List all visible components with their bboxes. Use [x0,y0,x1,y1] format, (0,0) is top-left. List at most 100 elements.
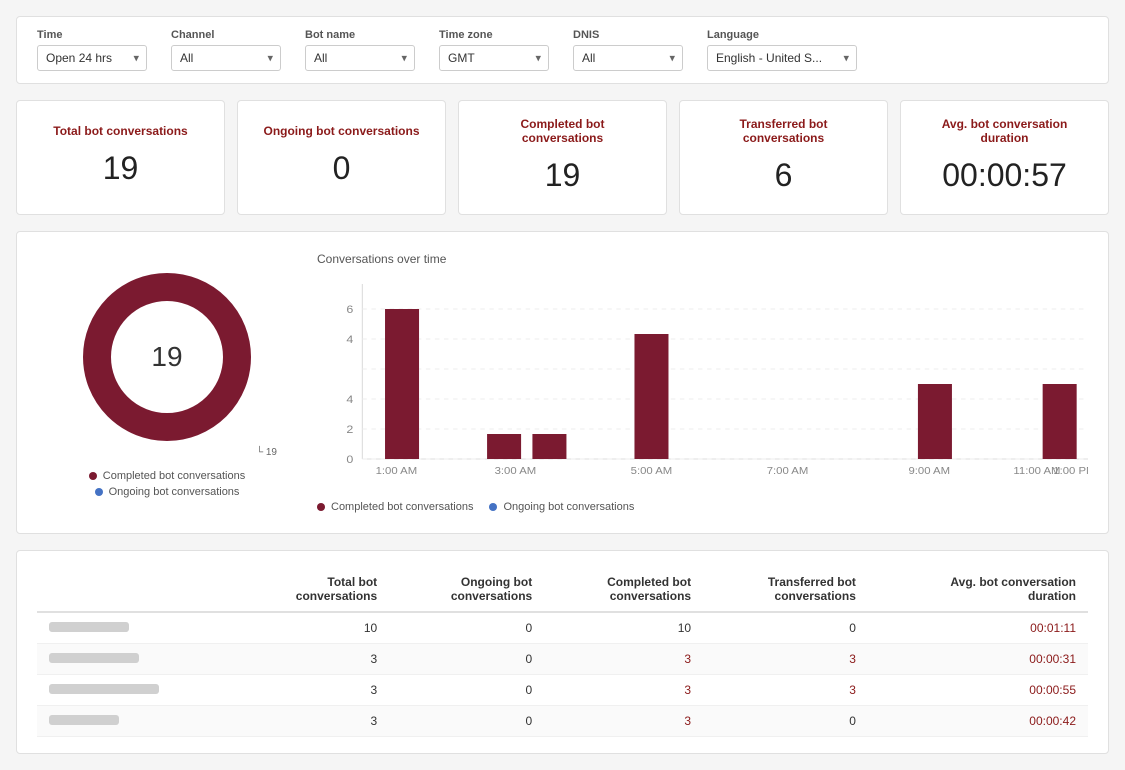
col-bot [37,567,234,612]
cell-duration-1: 00:00:31 [868,644,1088,675]
filter-botname: Bot name All [305,29,415,71]
svg-text:0: 0 [346,454,353,466]
kpi-card-2: Completed bot conversations 19 [458,100,667,215]
kpi-card-1: Ongoing bot conversations 0 [237,100,446,215]
botname-select[interactable]: All [305,45,415,71]
cell-transferred-2: 3 [703,675,868,706]
bar-legend-dot-2 [489,503,497,511]
cell-completed-1: 3 [544,644,703,675]
kpi-row: Total bot conversations 19 Ongoing bot c… [16,100,1109,215]
language-select-wrapper[interactable]: English - United S... [707,45,857,71]
dnis-select[interactable]: All [573,45,683,71]
donut-section: 19 └ 19 Completed bot conversations Ongo… [37,252,297,513]
donut-legend-dot-1 [89,472,97,480]
main-page: Time Open 24 hrs Channel All Bot name Al… [0,0,1125,770]
donut-legend-item-2: Ongoing bot conversations [95,486,240,498]
col-transferred: Transferred botconversations [703,567,868,612]
bot-name-placeholder-2 [49,684,159,694]
bar-legend-label-2: Ongoing bot conversations [503,501,634,513]
svg-text:1:00 AM: 1:00 AM [376,466,418,477]
kpi-title-3: Transferred bot conversations [700,117,867,145]
bot-table: Total botconversations Ongoing botconver… [37,567,1088,737]
cell-duration-0: 00:01:11 [868,612,1088,644]
chart-title: Conversations over time [317,252,1088,266]
donut-legend-label-2: Ongoing bot conversations [109,486,240,498]
dnis-label: DNIS [573,29,683,41]
bot-name-placeholder-0 [49,622,129,632]
cell-total-0: 10 [234,612,389,644]
botname-select-wrapper[interactable]: All [305,45,415,71]
svg-text:9:00 AM: 9:00 AM [908,466,950,477]
kpi-card-4: Avg. bot conversation duration 00:00:57 [900,100,1109,215]
cell-ongoing-3: 0 [389,706,544,737]
charts-row: 19 └ 19 Completed bot conversations Ongo… [16,231,1109,534]
timezone-select-wrapper[interactable]: GMT [439,45,549,71]
svg-text:3:00 AM: 3:00 AM [495,466,537,477]
cell-ongoing-2: 0 [389,675,544,706]
bot-name-placeholder-1 [49,653,139,663]
kpi-value-4: 00:00:57 [942,157,1067,194]
filter-language: Language English - United S... [707,29,857,71]
table-row: 3 0 3 0 00:00:42 [37,706,1088,737]
cell-transferred-1: 3 [703,644,868,675]
bar-legend-label-1: Completed bot conversations [331,501,473,513]
table-row: 3 0 3 3 00:00:55 [37,675,1088,706]
time-select[interactable]: Open 24 hrs [37,45,147,71]
bar-legend-item-2: Ongoing bot conversations [489,501,634,513]
channel-label: Channel [171,29,281,41]
kpi-title-4: Avg. bot conversation duration [921,117,1088,145]
time-select-wrapper[interactable]: Open 24 hrs [37,45,147,71]
language-label: Language [707,29,857,41]
cell-ongoing-1: 0 [389,644,544,675]
cell-ongoing-0: 0 [389,612,544,644]
table-header-row: Total botconversations Ongoing botconver… [37,567,1088,612]
bar-chart-svg: 0 2 4 4 6 [317,274,1088,494]
cell-total-3: 3 [234,706,389,737]
svg-text:4: 4 [346,334,353,346]
timezone-select[interactable]: GMT [439,45,549,71]
table-row: 3 0 3 3 00:00:31 [37,644,1088,675]
donut-legend: Completed bot conversations Ongoing bot … [89,470,245,498]
cell-duration-2: 00:00:55 [868,675,1088,706]
svg-text:4: 4 [346,394,353,406]
col-completed: Completed botconversations [544,567,703,612]
cell-completed-2: 3 [544,675,703,706]
filter-time: Time Open 24 hrs [37,29,147,71]
cell-total-2: 3 [234,675,389,706]
table-section: Total botconversations Ongoing botconver… [16,550,1109,754]
svg-text:7:00 AM: 7:00 AM [767,466,809,477]
kpi-card-3: Transferred bot conversations 6 [679,100,888,215]
kpi-title-0: Total bot conversations [53,124,187,138]
cell-transferred-0: 0 [703,612,868,644]
donut-legend-label-1: Completed bot conversations [103,470,245,482]
donut-chart: 19 [77,267,257,447]
channel-select-wrapper[interactable]: All [171,45,281,71]
timezone-label: Time zone [439,29,549,41]
cell-duration-3: 00:00:42 [868,706,1088,737]
kpi-value-3: 6 [775,157,793,194]
botname-label: Bot name [305,29,415,41]
cell-completed-3: 3 [544,706,703,737]
col-duration: Avg. bot conversationduration [868,567,1088,612]
bar-section: Conversations over time 0 2 4 [317,252,1088,513]
bar-chart-area: 0 2 4 4 6 [317,274,1088,497]
cell-bot-1 [37,644,234,675]
kpi-title-1: Ongoing bot conversations [263,124,419,138]
dnis-select-wrapper[interactable]: All [573,45,683,71]
bar-legend-dot-1 [317,503,325,511]
svg-text:2: 2 [346,424,353,436]
col-total: Total botconversations [234,567,389,612]
filter-dnis: DNIS All [573,29,683,71]
donut-center-value: 19 [151,341,182,373]
cell-transferred-3: 0 [703,706,868,737]
cell-bot-0 [37,612,234,644]
svg-text:6: 6 [346,304,353,316]
cell-bot-2 [37,675,234,706]
time-label: Time [37,29,147,41]
donut-legend-dot-2 [95,488,103,496]
col-ongoing: Ongoing botconversations [389,567,544,612]
filter-timezone: Time zone GMT [439,29,549,71]
donut-sub-label: └ 19 [37,447,297,458]
language-select[interactable]: English - United S... [707,45,857,71]
channel-select[interactable]: All [171,45,281,71]
